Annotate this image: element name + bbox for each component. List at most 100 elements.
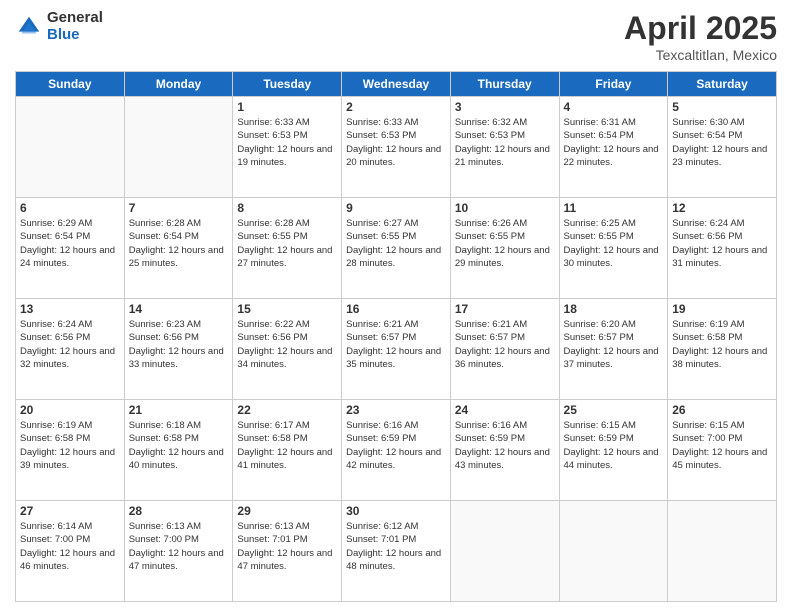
day-number: 30 (346, 504, 446, 518)
day-info: Sunrise: 6:15 AMSunset: 6:59 PMDaylight:… (564, 419, 664, 472)
calendar-header: SundayMondayTuesdayWednesdayThursdayFrid… (16, 72, 777, 97)
weekday-header-saturday: Saturday (668, 72, 777, 97)
logo-general-text: General (47, 10, 103, 27)
calendar-cell: 30 Sunrise: 6:12 AMSunset: 7:01 PMDayligh… (342, 501, 451, 602)
logo: General Blue (15, 10, 103, 43)
day-number: 2 (346, 100, 446, 114)
calendar-cell (124, 97, 233, 198)
calendar-cell: 23 Sunrise: 6:16 AMSunset: 6:59 PMDayligh… (342, 400, 451, 501)
calendar-cell: 20 Sunrise: 6:19 AMSunset: 6:58 PMDayligh… (16, 400, 125, 501)
day-info: Sunrise: 6:25 AMSunset: 6:55 PMDaylight:… (564, 217, 664, 270)
calendar-cell: 25Sunrise: 6:15 AMSunset: 6:59 PMDayligh… (559, 400, 668, 501)
day-number: 7 (129, 201, 229, 215)
day-number: 6 (20, 201, 120, 215)
day-info: Sunrise: 6:20 AMSunset: 6:57 PMDaylight:… (564, 318, 664, 371)
day-number: 3 (455, 100, 555, 114)
day-info: Sunrise: 6:13 AMSunset: 7:00 PMDaylight:… (129, 520, 229, 573)
day-info: Sunrise: 6:15 AMSunset: 7:00 PMDaylight:… (672, 419, 772, 472)
day-number: 20 (20, 403, 120, 417)
day-number: 19 (672, 302, 772, 316)
day-info: Sunrise: 6:23 AMSunset: 6:56 PMDaylight:… (129, 318, 229, 371)
day-number: 1 (237, 100, 337, 114)
calendar-cell: 9 Sunrise: 6:27 AMSunset: 6:55 PMDaylight… (342, 198, 451, 299)
calendar-cell: 1Sunrise: 6:33 AMSunset: 6:53 PMDaylight… (233, 97, 342, 198)
day-info: Sunrise: 6:21 AMSunset: 6:57 PMDaylight:… (346, 318, 446, 371)
calendar-week-5: 27 Sunrise: 6:14 AMSunset: 7:00 PMDayligh… (16, 501, 777, 602)
calendar-week-4: 20 Sunrise: 6:19 AMSunset: 6:58 PMDayligh… (16, 400, 777, 501)
weekday-header-sunday: Sunday (16, 72, 125, 97)
calendar-cell: 18 Sunrise: 6:20 AMSunset: 6:57 PMDayligh… (559, 299, 668, 400)
calendar-cell: 14 Sunrise: 6:23 AMSunset: 6:56 PMDayligh… (124, 299, 233, 400)
day-info: Sunrise: 6:19 AMSunset: 6:58 PMDaylight:… (672, 318, 772, 371)
day-number: 27 (20, 504, 120, 518)
calendar-cell: 7 Sunrise: 6:28 AMSunset: 6:54 PMDaylight… (124, 198, 233, 299)
day-info: Sunrise: 6:33 AMSunset: 6:53 PMDaylight:… (346, 116, 446, 169)
day-number: 5 (672, 100, 772, 114)
location: Texcaltitlan, Mexico (624, 47, 777, 63)
calendar-cell: 12Sunrise: 6:24 AMSunset: 6:56 PMDayligh… (668, 198, 777, 299)
calendar-week-2: 6 Sunrise: 6:29 AMSunset: 6:54 PMDaylight… (16, 198, 777, 299)
day-info: Sunrise: 6:28 AMSunset: 6:55 PMDaylight:… (237, 217, 337, 270)
day-info: Sunrise: 6:32 AMSunset: 6:53 PMDaylight:… (455, 116, 555, 169)
calendar-cell: 2 Sunrise: 6:33 AMSunset: 6:53 PMDaylight… (342, 97, 451, 198)
calendar-cell (559, 501, 668, 602)
calendar-table: SundayMondayTuesdayWednesdayThursdayFrid… (15, 71, 777, 602)
day-info: Sunrise: 6:28 AMSunset: 6:54 PMDaylight:… (129, 217, 229, 270)
day-info: Sunrise: 6:12 AMSunset: 7:01 PMDaylight:… (346, 520, 446, 573)
calendar-cell: 17Sunrise: 6:21 AMSunset: 6:57 PMDayligh… (450, 299, 559, 400)
weekday-header-wednesday: Wednesday (342, 72, 451, 97)
calendar-cell: 21 Sunrise: 6:18 AMSunset: 6:58 PMDayligh… (124, 400, 233, 501)
day-number: 9 (346, 201, 446, 215)
logo-text: General Blue (47, 10, 103, 43)
day-info: Sunrise: 6:16 AMSunset: 6:59 PMDaylight:… (346, 419, 446, 472)
day-number: 10 (455, 201, 555, 215)
day-info: Sunrise: 6:22 AMSunset: 6:56 PMDaylight:… (237, 318, 337, 371)
day-number: 12 (672, 201, 772, 215)
calendar-cell: 26 Sunrise: 6:15 AMSunset: 7:00 PMDayligh… (668, 400, 777, 501)
day-number: 13 (20, 302, 120, 316)
day-number: 21 (129, 403, 229, 417)
day-number: 14 (129, 302, 229, 316)
calendar-body: 1 Sunrise: 6:33 AMSunset: 6:53 PMDaylight… (16, 97, 777, 602)
calendar-cell: 6 Sunrise: 6:29 AMSunset: 6:54 PMDaylight… (16, 198, 125, 299)
calendar-week-3: 13 Sunrise: 6:24 AMSunset: 6:56 PMDayligh… (16, 299, 777, 400)
calendar-week-1: 1 Sunrise: 6:33 AMSunset: 6:53 PMDaylight… (16, 97, 777, 198)
logo-icon (15, 13, 43, 41)
calendar-cell: 15Sunrise: 6:22 AMSunset: 6:56 PMDayligh… (233, 299, 342, 400)
day-info: Sunrise: 6:24 AMSunset: 6:56 PMDaylight:… (20, 318, 120, 371)
day-info: Sunrise: 6:30 AMSunset: 6:54 PMDaylight:… (672, 116, 772, 169)
weekday-header-thursday: Thursday (450, 72, 559, 97)
day-info: Sunrise: 6:13 AMSunset: 7:01 PMDaylight:… (237, 520, 337, 573)
day-info: Sunrise: 6:31 AMSunset: 6:54 PMDaylight:… (564, 116, 664, 169)
calendar-cell: 22Sunrise: 6:17 AMSunset: 6:58 PMDayligh… (233, 400, 342, 501)
calendar-cell: 11Sunrise: 6:25 AMSunset: 6:55 PMDayligh… (559, 198, 668, 299)
weekday-header-row: SundayMondayTuesdayWednesdayThursdayFrid… (16, 72, 777, 97)
day-info: Sunrise: 6:27 AMSunset: 6:55 PMDaylight:… (346, 217, 446, 270)
calendar-cell: 13 Sunrise: 6:24 AMSunset: 6:56 PMDayligh… (16, 299, 125, 400)
day-number: 23 (346, 403, 446, 417)
day-number: 24 (455, 403, 555, 417)
weekday-header-monday: Monday (124, 72, 233, 97)
day-info: Sunrise: 6:14 AMSunset: 7:00 PMDaylight:… (20, 520, 120, 573)
day-number: 18 (564, 302, 664, 316)
calendar-cell (16, 97, 125, 198)
day-info: Sunrise: 6:16 AMSunset: 6:59 PMDaylight:… (455, 419, 555, 472)
weekday-header-friday: Friday (559, 72, 668, 97)
month-title: April 2025 (624, 10, 777, 47)
calendar-cell (668, 501, 777, 602)
page: General Blue April 2025 Texcaltitlan, Me… (0, 0, 792, 612)
logo-blue-text: Blue (47, 27, 103, 44)
day-number: 26 (672, 403, 772, 417)
day-number: 29 (237, 504, 337, 518)
day-number: 4 (564, 100, 664, 114)
day-info: Sunrise: 6:29 AMSunset: 6:54 PMDaylight:… (20, 217, 120, 270)
day-info: Sunrise: 6:17 AMSunset: 6:58 PMDaylight:… (237, 419, 337, 472)
day-info: Sunrise: 6:26 AMSunset: 6:55 PMDaylight:… (455, 217, 555, 270)
calendar-cell: 10 Sunrise: 6:26 AMSunset: 6:55 PMDayligh… (450, 198, 559, 299)
day-number: 17 (455, 302, 555, 316)
title-block: April 2025 Texcaltitlan, Mexico (624, 10, 777, 63)
day-number: 16 (346, 302, 446, 316)
day-info: Sunrise: 6:18 AMSunset: 6:58 PMDaylight:… (129, 419, 229, 472)
day-info: Sunrise: 6:19 AMSunset: 6:58 PMDaylight:… (20, 419, 120, 472)
calendar-cell: 24 Sunrise: 6:16 AMSunset: 6:59 PMDayligh… (450, 400, 559, 501)
